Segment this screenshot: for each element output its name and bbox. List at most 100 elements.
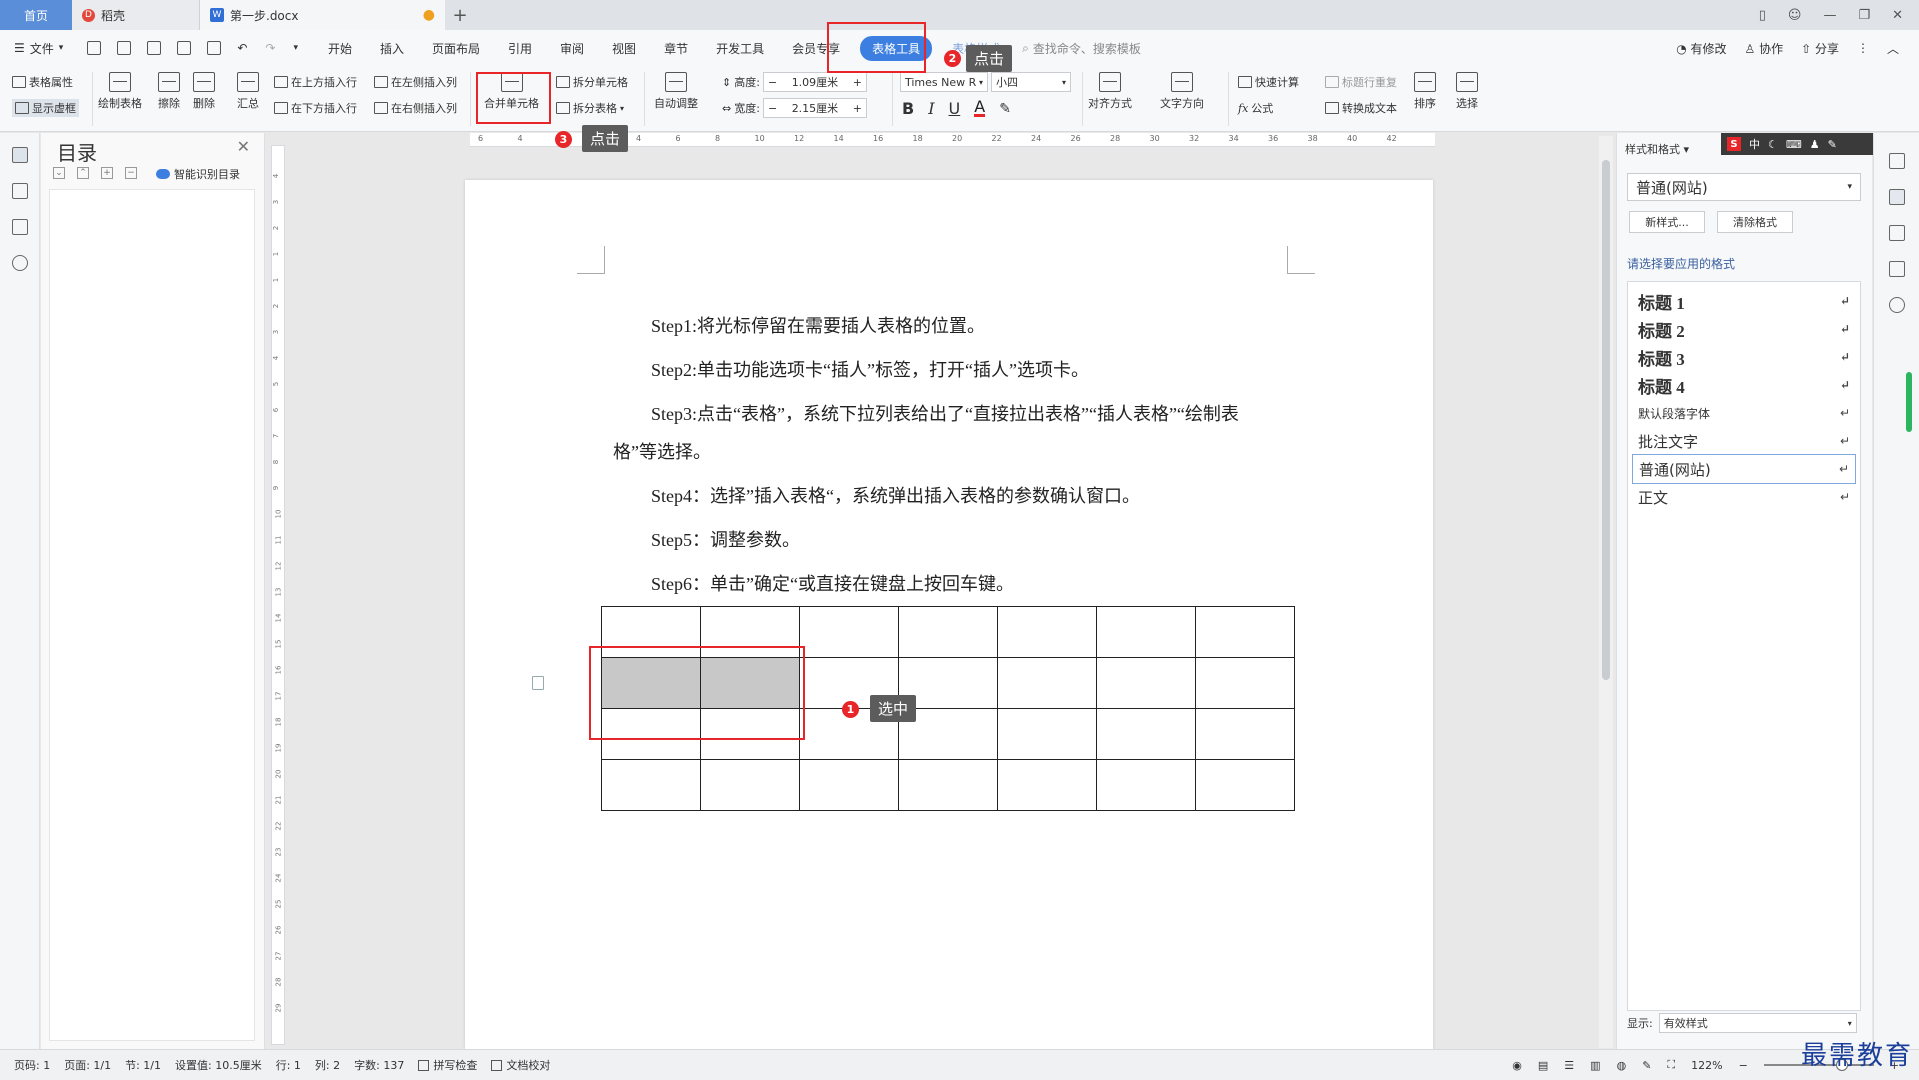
new-tab-button[interactable]: +	[445, 0, 475, 30]
avatar[interactable]: ☺	[1788, 8, 1802, 23]
wrench-icon[interactable]: ✎	[1828, 138, 1837, 151]
table-cell[interactable]	[1096, 606, 1196, 658]
close-icon[interactable]: ✕	[237, 137, 250, 156]
status-pages[interactable]: 页面: 1/1	[64, 1057, 111, 1073]
undo-icon[interactable]: ↶	[237, 41, 247, 55]
font-name-select[interactable]: Times New R ▾	[900, 72, 988, 92]
table-cell-selected[interactable]	[700, 657, 800, 709]
layout-icon[interactable]: ▯	[1759, 8, 1766, 23]
italic-button[interactable]: I	[928, 99, 934, 118]
menu-tab-8[interactable]: 会员专享	[778, 40, 854, 57]
web-view-icon[interactable]: ◍	[1617, 1059, 1627, 1072]
command-search[interactable]: ⌕ 查找命令、搜索模板	[1022, 40, 1141, 57]
document-page[interactable]: Step1:将光标停留在需要插人表格的位置。 Step2:单击功能选项卡“插人”…	[465, 180, 1433, 1049]
header-repeat-button[interactable]: 标题行重复	[1325, 74, 1397, 90]
menu-tab-7[interactable]: 开发工具	[702, 40, 778, 57]
styles-pane-header[interactable]: 样式和格式 ▾	[1625, 141, 1689, 157]
menu-tab-5[interactable]: 视图	[598, 40, 650, 57]
style-item[interactable]: 标题 2 ↵	[1632, 314, 1856, 344]
toc-panel-icon[interactable]	[11, 147, 28, 163]
assistant-tab[interactable]	[1906, 372, 1912, 432]
restore-icon[interactable]: ❐	[1858, 8, 1870, 23]
table-cell[interactable]	[700, 606, 800, 658]
insert-row-above-button[interactable]: 在上方插入行	[274, 74, 357, 90]
merge-cells-button[interactable]: 合并单元格	[484, 72, 539, 111]
tab-document[interactable]: W 第一步.docx ●	[200, 0, 445, 30]
width-increase[interactable]: +	[853, 102, 862, 115]
keyboard-icon[interactable]: ⌨	[1786, 138, 1802, 151]
new-style-button[interactable]: 新样式...	[1629, 211, 1705, 233]
convert-to-text-button[interactable]: 转换成文本	[1325, 100, 1397, 116]
user-icon[interactable]: ♟	[1810, 138, 1820, 151]
tab-home[interactable]: 首页	[0, 0, 72, 30]
clear-format-button[interactable]: 清除格式	[1717, 211, 1793, 233]
table-cell[interactable]	[601, 759, 701, 811]
menu-tab-6[interactable]: 章节	[650, 40, 702, 57]
customize-chevron-icon[interactable]: ▾	[293, 43, 298, 53]
width-value[interactable]: 2.15厘米	[792, 100, 839, 116]
toc-add-icon[interactable]: +	[101, 167, 113, 179]
style-item[interactable]: 标题 3 ↵	[1632, 342, 1856, 372]
more-icon[interactable]: ⋮	[1857, 41, 1869, 55]
status-col[interactable]: 列: 2	[315, 1057, 340, 1073]
file-menu[interactable]: ☰ 文件 ▾	[14, 40, 63, 57]
table-cell[interactable]	[997, 759, 1097, 811]
menu-tab-0[interactable]: 开始	[314, 40, 366, 57]
smart-toc-button[interactable]: 智能识别目录	[156, 166, 240, 182]
height-increase[interactable]: +	[853, 76, 862, 89]
style-item[interactable]: 批注文字 ↵	[1632, 426, 1856, 456]
current-style-select[interactable]: 普通(网站) ▾	[1627, 173, 1861, 201]
table-cell[interactable]	[1195, 606, 1295, 658]
style-item[interactable]: 标题 4 ↵	[1632, 370, 1856, 400]
bookmark-icon[interactable]	[11, 219, 28, 235]
split-table-button[interactable]: 拆分表格 ▾	[556, 100, 624, 116]
rocket-icon[interactable]	[1888, 153, 1905, 169]
table-row-handle-icon[interactable]	[532, 676, 544, 690]
toc-collapse-icon[interactable]: ⌃	[77, 167, 89, 179]
status-word-count[interactable]: 字数: 137	[354, 1057, 404, 1073]
status-setting[interactable]: 设置值: 10.5厘米	[175, 1057, 262, 1073]
table-cell[interactable]	[799, 606, 899, 658]
font-size-select[interactable]: 小四 ▾	[991, 72, 1071, 92]
table-cell[interactable]	[898, 606, 998, 658]
font-color-button[interactable]: A	[974, 99, 986, 117]
table-cell[interactable]	[1096, 759, 1196, 811]
revisions-button[interactable]: ◔ 有修改	[1676, 40, 1726, 57]
draw-table-button[interactable]: 绘制表格	[98, 72, 142, 111]
height-value[interactable]: 1.09厘米	[792, 74, 839, 90]
fit-page-icon[interactable]: ⛶	[1667, 1058, 1675, 1072]
toc-expand-icon[interactable]: ⌄	[53, 167, 65, 179]
doc-paragraph-step4[interactable]: Step4：选择”插入表格“，系统弹出插入表格的参数确认窗口。	[651, 482, 1140, 508]
table-cell[interactable]	[601, 708, 701, 760]
sort-button[interactable]: 排序	[1414, 72, 1436, 111]
outline-view-icon[interactable]: ☰	[1564, 1059, 1574, 1072]
zoom-out-icon[interactable]: −	[1739, 1059, 1748, 1072]
vertical-ruler[interactable]: 4 3 2 1 1 2 3 4 5 6 7 8 9 10 11 12 13 14 15 16 17 18 19 20 21 22 2…	[271, 145, 285, 1045]
erase-button[interactable]: 擦除	[158, 72, 180, 111]
format-painter-icon[interactable]	[147, 41, 162, 55]
style-item[interactable]: 普通(网站) ↵	[1632, 454, 1856, 484]
text-direction-button[interactable]: 文字方向	[1160, 72, 1204, 111]
print-icon[interactable]	[177, 41, 192, 55]
menu-tab-1[interactable]: 插入	[366, 40, 418, 57]
table-cell[interactable]	[997, 606, 1097, 658]
show-gridlines-button[interactable]: 显示虚框	[12, 99, 79, 117]
close-icon[interactable]: ✕	[1892, 8, 1903, 23]
insert-col-left-button[interactable]: 在左侧插入列	[374, 74, 457, 90]
style-item[interactable]: 默认段落字体 ↵	[1632, 398, 1856, 428]
status-section[interactable]: 节: 1/1	[125, 1057, 161, 1073]
doc-paragraph-step5[interactable]: Step5：调整参数。	[651, 526, 800, 552]
table-cell[interactable]	[1195, 708, 1295, 760]
doc-paragraph-step3[interactable]: Step3:点击“表格”，系统下拉列表给出了“直接拉出表格”“插人表格”“绘制表	[651, 400, 1239, 426]
underline-button[interactable]: U	[949, 99, 961, 118]
select-button[interactable]: 选择	[1456, 72, 1478, 111]
quick-calc-button[interactable]: 快速计算	[1238, 74, 1299, 90]
ime-mode-label[interactable]: 中	[1749, 136, 1760, 152]
document-scrollbar[interactable]	[1599, 136, 1613, 1048]
scrollbar-thumb[interactable]	[1602, 160, 1610, 680]
formula-button[interactable]: fx 公式	[1238, 100, 1273, 116]
menu-tab-3[interactable]: 引用	[494, 40, 546, 57]
style-filter-select[interactable]: 有效样式 ▾	[1658, 1013, 1857, 1033]
redo-icon[interactable]: ↷	[265, 41, 275, 55]
status-row[interactable]: 行: 1	[276, 1057, 301, 1073]
